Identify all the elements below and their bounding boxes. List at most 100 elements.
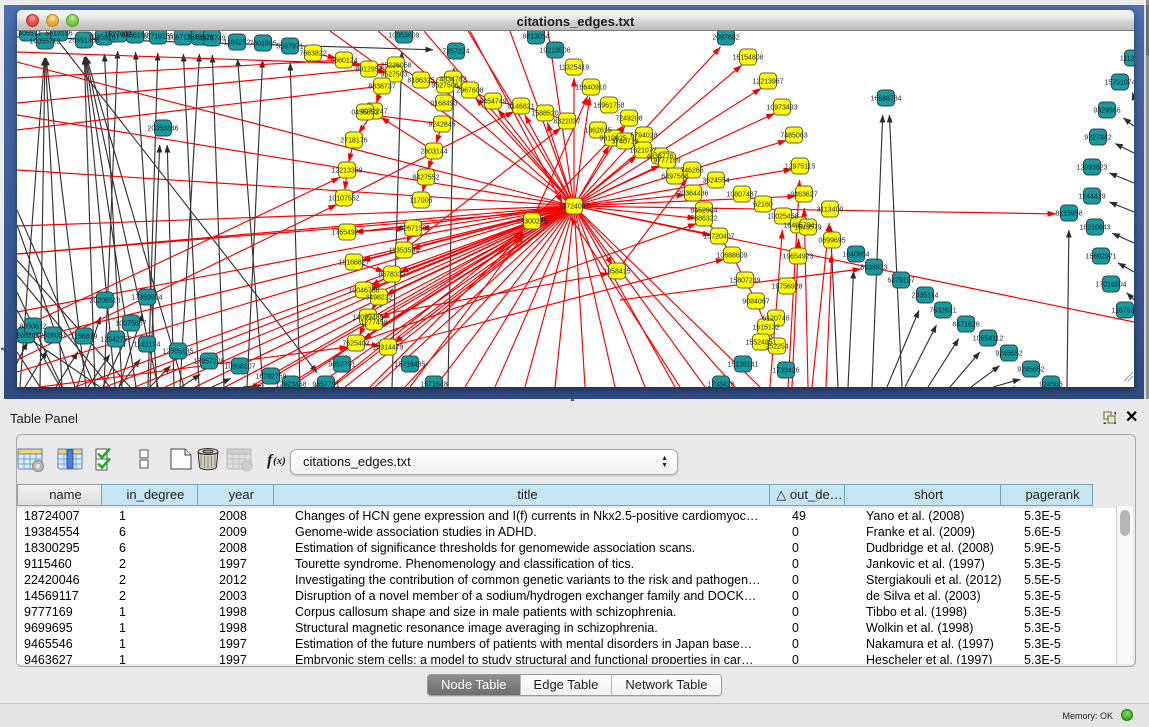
svg-text:12923468: 12923468 [275, 382, 306, 388]
svg-text:8350612: 8350612 [19, 324, 46, 331]
svg-text:1958415: 1958415 [603, 269, 630, 276]
svg-text:9084067: 9084067 [742, 299, 769, 306]
svg-text:3113400: 3113400 [817, 207, 844, 214]
svg-text:10075867: 10075867 [115, 321, 146, 328]
svg-text:11325419: 11325419 [559, 65, 590, 72]
svg-text:9146821: 9146821 [507, 104, 534, 111]
svg-text:924565: 924565 [1039, 382, 1062, 388]
svg-text:12213369: 12213369 [331, 168, 362, 175]
svg-text:12505135: 12505135 [162, 349, 193, 356]
svg-text:19166827: 19166827 [338, 260, 369, 267]
svg-text:8838737: 8838737 [368, 84, 395, 91]
svg-text:10807487: 10807487 [726, 192, 757, 199]
svg-text:0168493: 0168493 [430, 101, 457, 108]
svg-text:8322037: 8322037 [553, 119, 580, 126]
svg-text:9245652: 9245652 [995, 351, 1022, 358]
svg-text:252254: 252254 [765, 344, 788, 351]
svg-text:18724007: 18724007 [558, 204, 589, 211]
svg-text:12093823: 12093823 [1076, 165, 1107, 172]
svg-text:1156819: 1156819 [71, 334, 98, 341]
svg-text:7663822: 7663822 [299, 51, 326, 58]
svg-text:8454749: 8454749 [479, 99, 506, 106]
svg-text:10053809: 10053809 [388, 33, 419, 40]
svg-text:0455853: 0455853 [351, 110, 378, 117]
svg-text:1571648: 1571648 [420, 382, 447, 388]
svg-text:16782759: 16782759 [255, 374, 286, 381]
svg-text:6120746: 6120746 [762, 316, 789, 323]
svg-text:15716485: 15716485 [394, 362, 425, 369]
svg-text:17654925: 17654925 [331, 230, 362, 237]
svg-text:1186252: 1186252 [224, 40, 251, 47]
svg-text:19756928: 19756928 [771, 284, 802, 291]
svg-text:20206516: 20206516 [89, 298, 120, 305]
svg-text:4875749: 4875749 [198, 36, 225, 43]
svg-text:9657791: 9657791 [312, 382, 339, 388]
svg-text:9527503: 9527503 [380, 72, 407, 79]
svg-text:9245652: 9245652 [1017, 367, 1044, 374]
svg-text:1640954: 1640954 [842, 252, 869, 259]
svg-text:7386322: 7386322 [690, 216, 717, 223]
svg-text:12942757: 12942757 [100, 337, 131, 344]
svg-text:62160: 62160 [753, 202, 773, 209]
svg-text:8427552: 8427552 [412, 175, 439, 182]
svg-text:1167531: 1167531 [1112, 308, 1134, 315]
svg-text:7249208: 7249208 [615, 116, 642, 123]
svg-text:16648784: 16648784 [870, 96, 901, 103]
svg-text:1649579: 1649579 [794, 225, 821, 232]
svg-text:5288200: 5288200 [17, 333, 40, 340]
svg-text:15807249: 15807249 [729, 278, 760, 285]
svg-text:9527506: 9527506 [431, 83, 458, 90]
svg-text:1112541: 1112541 [1120, 56, 1134, 63]
svg-text:1405571: 1405571 [17, 31, 42, 38]
svg-text:3498222: 3498222 [365, 295, 392, 302]
svg-text:9227342: 9227342 [1084, 135, 1111, 142]
svg-text:8912954: 8912954 [355, 67, 382, 74]
svg-text:2718176: 2718176 [340, 138, 367, 145]
svg-text:9777169: 9777169 [653, 158, 680, 165]
svg-text:7485063: 7485063 [780, 133, 807, 140]
svg-text:6479197: 6479197 [887, 278, 914, 285]
svg-text:10973493: 10973493 [766, 105, 797, 112]
svg-text:16914479: 16914479 [372, 345, 403, 352]
svg-text:3624554: 3624554 [702, 178, 729, 185]
svg-text:10654112: 10654112 [973, 336, 1004, 343]
svg-text:17359914: 17359914 [131, 295, 162, 302]
svg-text:1733426: 1733426 [772, 368, 799, 375]
svg-text:28300275: 28300275 [516, 219, 547, 226]
svg-text:8452984: 8452984 [690, 208, 717, 215]
svg-text:8660124: 8660124 [330, 58, 357, 65]
svg-text:2803144: 2803144 [420, 149, 447, 156]
svg-text:10107552: 10107552 [328, 196, 359, 203]
svg-text:20053346: 20053346 [147, 126, 178, 133]
svg-text:10958107: 10958107 [224, 364, 255, 371]
svg-text:7632621: 7632621 [929, 308, 956, 315]
svg-text:1277458: 1277458 [360, 320, 387, 327]
svg-text:17957225: 17957225 [193, 359, 224, 366]
svg-text:14055712: 14055712 [29, 39, 60, 46]
svg-text:7357224: 7357224 [442, 49, 469, 56]
svg-text:1145194: 1145194 [134, 342, 161, 349]
svg-text:17016504: 17016504 [1095, 282, 1126, 289]
svg-text:9242845: 9242845 [428, 122, 455, 129]
svg-text:20364436: 20364436 [677, 191, 708, 198]
svg-text:1244419: 1244419 [1078, 194, 1105, 201]
svg-text:12213967: 12213967 [752, 79, 783, 86]
svg-text:16154808: 16154808 [732, 55, 763, 62]
svg-text:9657791: 9657791 [328, 362, 355, 369]
svg-text:(x): (x) [273, 455, 286, 467]
svg-text:10046786: 10046786 [348, 288, 379, 295]
svg-text:9463627: 9463627 [790, 192, 817, 199]
svg-text:7601895: 7601895 [249, 41, 276, 48]
svg-text:10025458: 10025458 [767, 214, 798, 221]
svg-text:12975115: 12975115 [785, 164, 816, 171]
svg-text:8267150: 8267150 [399, 226, 426, 233]
svg-text:117006: 117006 [410, 198, 433, 205]
svg-text:5597971: 5597971 [276, 44, 303, 51]
svg-text:16640910: 16640910 [575, 85, 606, 92]
svg-text:8938923: 8938923 [860, 265, 887, 272]
svg-text:1588520: 1588520 [531, 111, 558, 118]
svg-text:2935114: 2935114 [912, 293, 939, 300]
svg-text:2967608: 2967608 [456, 88, 483, 95]
svg-text:6497568: 6497568 [661, 174, 688, 181]
svg-text:19654923: 19654923 [782, 254, 813, 261]
